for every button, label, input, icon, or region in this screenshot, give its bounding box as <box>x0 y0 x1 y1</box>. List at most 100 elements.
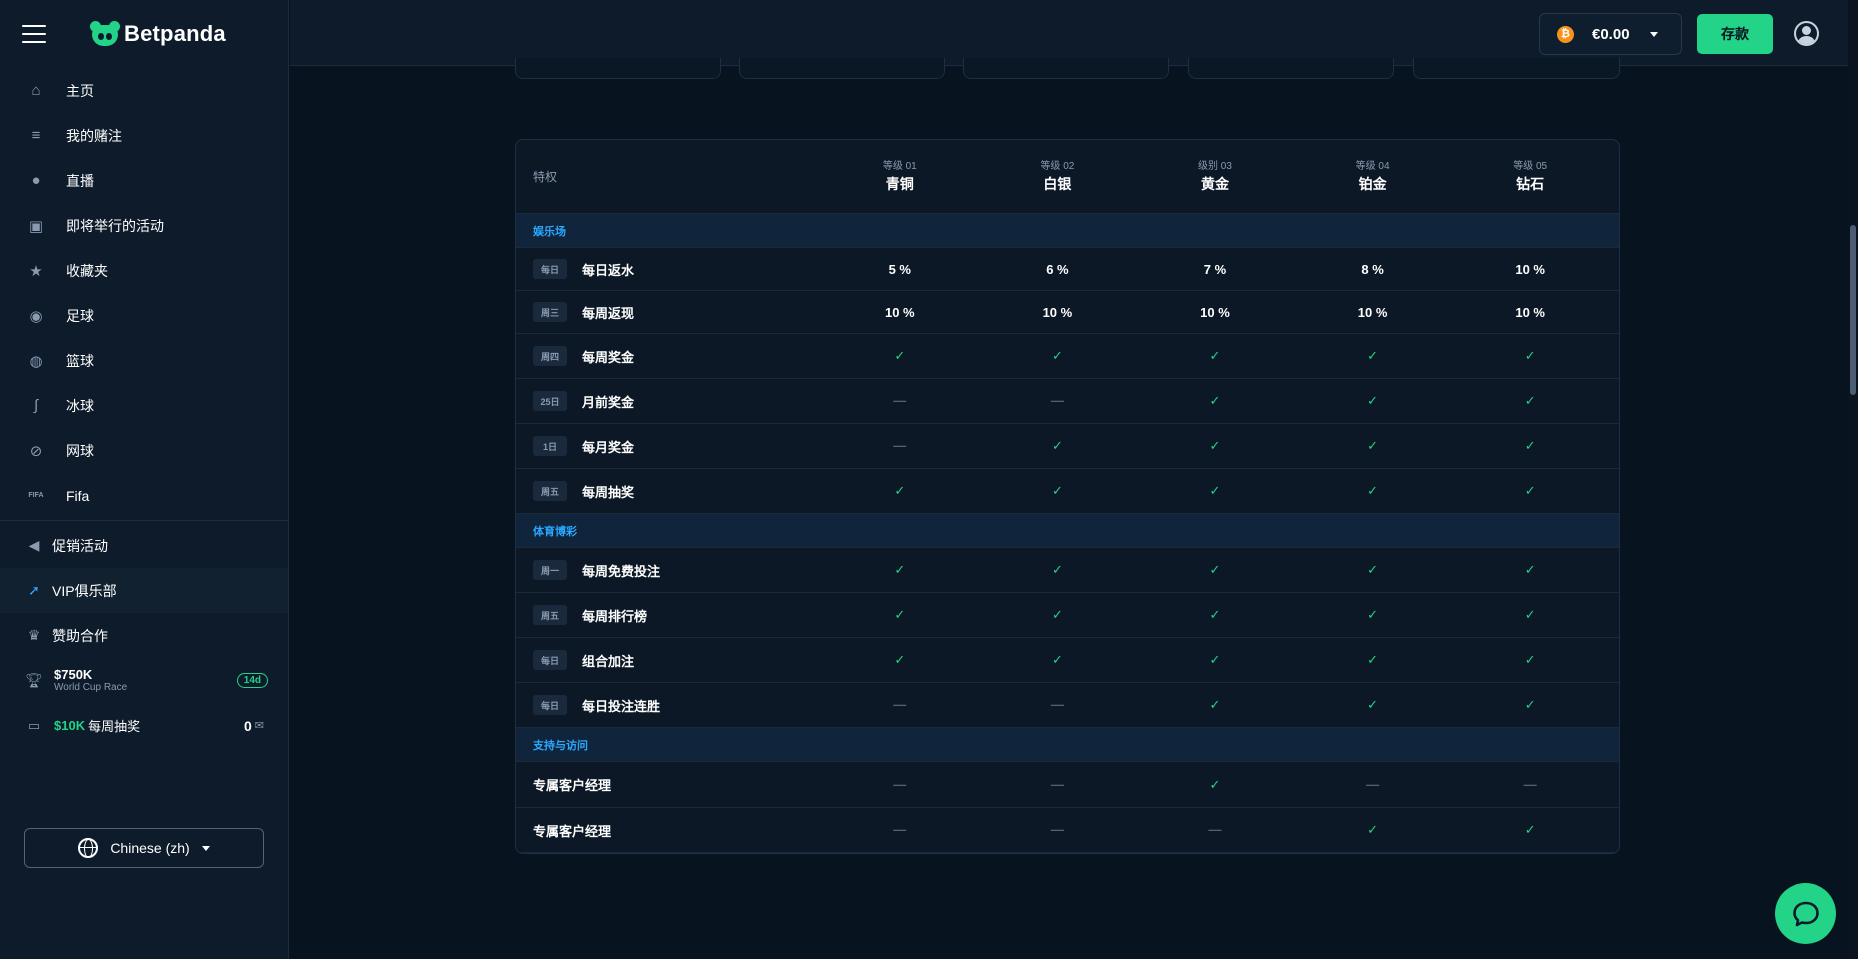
level-card[interactable] <box>963 58 1169 79</box>
perk-name: 每周抽奖 <box>582 484 635 500</box>
menu-icon[interactable] <box>22 25 46 43</box>
envelope-icon: ✉ <box>254 720 264 732</box>
trophy-icon: 🏆︎ <box>25 672 43 688</box>
perk-label-cell: 25日 月前奖金 <box>516 391 821 411</box>
perk-label-cell: 周五 每周抽奖 <box>516 481 821 501</box>
check-icon: ✓ <box>1367 822 1379 837</box>
table-row: 每日 每日投注连胜 — — ✓ ✓ ✓ <box>516 683 1619 728</box>
level-name: 铂金 <box>1358 175 1387 192</box>
perk-value: 8 % <box>1361 261 1384 277</box>
check-icon: ✓ <box>1051 652 1063 667</box>
logo[interactable]: Betpanda <box>90 21 226 47</box>
deposit-button[interactable]: 存款 <box>1697 14 1773 54</box>
sidebar-item-star[interactable]: ★ 收藏夹 <box>0 248 288 293</box>
level-number: 等级 05 <box>1513 160 1548 172</box>
balance-selector[interactable]: ₿ €0.00 <box>1539 13 1682 55</box>
level-header: 等级 01 青铜 <box>821 160 979 194</box>
perk-label-cell: 周一 每周免费投注 <box>516 560 821 580</box>
table-header: 特权 等级 01 青铜 等级 02 白银 级别 03 黄金 等级 04 铂金 等级 05 钻石 <box>516 140 1619 214</box>
sidebar-item-label: Fifa <box>66 487 90 504</box>
perk-label-cell: 每日 组合加注 <box>516 650 821 670</box>
check-icon: ✓ <box>1051 483 1063 498</box>
level-card[interactable] <box>1188 58 1394 79</box>
sidebar-item-label: 收藏夹 <box>66 262 108 279</box>
sidebar-item-crown[interactable]: ♛ 赞助合作 <box>0 613 288 658</box>
sidebar-item-megaphone[interactable]: ◀ 促销活动 <box>0 523 288 568</box>
perk-value: 10 % <box>1515 261 1545 277</box>
level-headers: 等级 01 青铜 等级 02 白银 级别 03 黄金 等级 04 铂金 等级 05 钻石 <box>821 160 1619 194</box>
sidebar-item-rocket[interactable]: ➚ VIP俱乐部 <box>0 568 288 613</box>
perk-name: 每月奖金 <box>582 439 635 455</box>
check-icon: ✓ <box>1367 438 1379 453</box>
lottery-label: 每周抽奖 <box>88 719 141 734</box>
world-cup-race-promo[interactable]: 🏆︎ $750K World Cup Race 14d <box>0 658 288 703</box>
check-icon: ✓ <box>1051 438 1063 453</box>
schedule-tag: 周四 <box>533 346 567 366</box>
perk-value: 10 % <box>1357 304 1388 320</box>
perk-label-cell: 每日 每日返水 <box>516 259 821 279</box>
sidebar-item-basketball[interactable]: ◍ 篮球 <box>0 338 288 383</box>
sidebar-item-tennis-racket[interactable]: ⊘ 网球 <box>0 428 288 473</box>
schedule-tag: 周五 <box>533 605 567 625</box>
level-card[interactable] <box>515 58 721 79</box>
check-icon: ✓ <box>1367 607 1379 622</box>
perk-label-cell: 周四 每周奖金 <box>516 346 821 366</box>
hockey-stick-icon: ∫ <box>33 397 39 414</box>
check-icon: ✓ <box>1524 483 1536 498</box>
chevron-down-icon <box>201 845 210 851</box>
perk-label-cell: 每日 每日投注连胜 <box>516 695 821 715</box>
fifa-icon: FIFA <box>28 492 44 499</box>
ticket-icon: ▭ <box>27 717 41 733</box>
check-icon: ✓ <box>1524 348 1536 363</box>
perk-name: 每周返现 <box>582 305 635 321</box>
table-body: 娱乐场 每日 每日返水 5 % 6 % 7 % 8 % 10 % 周三 每周返现 10 % 10 % 1… <box>516 214 1619 853</box>
dash-icon: — <box>893 438 907 453</box>
table-row: 1日 每月奖金 — ✓ ✓ ✓ ✓ <box>516 424 1619 469</box>
sidebar-item-label: 主页 <box>66 82 94 99</box>
weekly-lottery-promo[interactable]: ▭ $10K 每周抽奖 0 ✉ <box>0 703 288 748</box>
scrollbar[interactable] <box>1848 0 1858 959</box>
level-number: 等级 01 <box>882 160 917 172</box>
sidebar-item-coins[interactable]: ≡ 我的赌注 <box>0 113 288 158</box>
check-icon: ✓ <box>1209 697 1221 712</box>
sidebar-item-microphone[interactable]: ● 直播 <box>0 158 288 203</box>
sidebar-item-calendar[interactable]: ▣ 即将举行的活动 <box>0 203 288 248</box>
level-name: 黄金 <box>1200 175 1229 192</box>
bitcoin-icon: ₿ <box>1557 25 1574 43</box>
coins-icon: ≡ <box>31 127 41 144</box>
sidebar-item-fifa[interactable]: FIFA Fifa <box>0 473 288 518</box>
check-icon: ✓ <box>1524 652 1536 667</box>
sidebar-item-label: 冰球 <box>66 397 94 414</box>
scrollbar-thumb[interactable] <box>1850 225 1856 395</box>
sidebar-header: Betpanda <box>0 0 288 68</box>
check-icon: ✓ <box>1209 348 1221 363</box>
check-icon: ✓ <box>1367 348 1379 363</box>
user-account-icon[interactable] <box>1794 21 1819 46</box>
check-icon: ✓ <box>894 483 906 498</box>
check-icon: ✓ <box>1367 697 1379 712</box>
check-icon: ✓ <box>1209 652 1221 667</box>
sidebar-item-soccer-ball[interactable]: ◉ 足球 <box>0 293 288 338</box>
basketball-icon: ◍ <box>29 352 43 370</box>
level-card[interactable] <box>739 58 945 79</box>
sidebar-item-home[interactable]: ⌂ 主页 <box>0 68 288 113</box>
language-selector[interactable]: Chinese (zh) <box>24 828 264 868</box>
check-icon: ✓ <box>894 607 906 622</box>
dash-icon: — <box>1050 776 1064 792</box>
chat-support-button[interactable] <box>1775 883 1836 944</box>
check-icon: ✓ <box>1524 822 1536 837</box>
level-header: 级别 03 黄金 <box>1136 160 1294 194</box>
schedule-tag: 每日 <box>533 695 567 715</box>
schedule-tag: 1日 <box>533 436 567 456</box>
sidebar-item-label: 篮球 <box>66 352 94 369</box>
level-card[interactable] <box>1413 58 1620 79</box>
perk-values: 10 % 10 % 10 % 10 % 10 % <box>821 305 1619 320</box>
level-number: 级别 03 <box>1198 160 1232 172</box>
sidebar-item-label: 我的赌注 <box>66 127 122 144</box>
perk-name: 每周奖金 <box>582 349 635 365</box>
check-icon: ✓ <box>1524 562 1536 577</box>
star-icon: ★ <box>29 262 43 280</box>
schedule-tag: 每日 <box>533 650 567 670</box>
sidebar-item-hockey-stick[interactable]: ∫ 冰球 <box>0 383 288 428</box>
sidebar-item-label: 网球 <box>66 442 94 459</box>
